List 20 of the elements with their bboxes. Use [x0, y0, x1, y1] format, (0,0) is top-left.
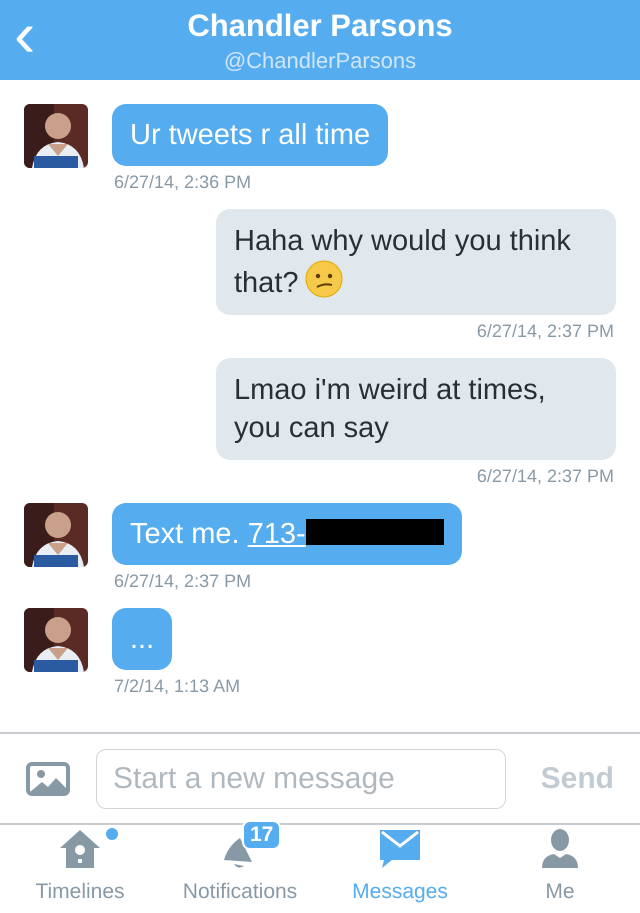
message-bubble: Lmao i'm weird at times, you can say: [216, 358, 616, 460]
message-bubble: Ur tweets r all time: [112, 104, 388, 166]
message-bubble: Text me. 713-: [112, 503, 462, 565]
contact-handle: @ChandlerParsons: [224, 50, 416, 72]
message-bubble: ...: [112, 608, 172, 670]
message-bubble: Haha why would you think that?: [216, 209, 616, 315]
contact-name: Chandler Parsons: [187, 7, 453, 41]
tab-button[interactable]: Timelines: [0, 825, 160, 913]
message-timestamp: 6/27/14, 2:37 PM: [476, 465, 614, 487]
message-input[interactable]: Start a new message: [96, 748, 506, 808]
tab-button[interactable]: Messages: [320, 825, 480, 913]
message-timestamp: 6/27/14, 2:37 PM: [476, 320, 614, 342]
image-icon[interactable]: [26, 762, 70, 796]
message-timestamp: 7/2/14, 1:13 AM: [114, 675, 242, 697]
back-button[interactable]: ‹: [14, 6, 36, 62]
tab-button[interactable]: Me: [480, 825, 640, 913]
message-timestamp: 6/27/14, 2:36 PM: [114, 171, 252, 193]
message-timestamp: 6/27/14, 2:37 PM: [114, 570, 252, 592]
phone-link[interactable]: 713-: [248, 518, 444, 550]
count-badge: 17: [242, 820, 282, 850]
